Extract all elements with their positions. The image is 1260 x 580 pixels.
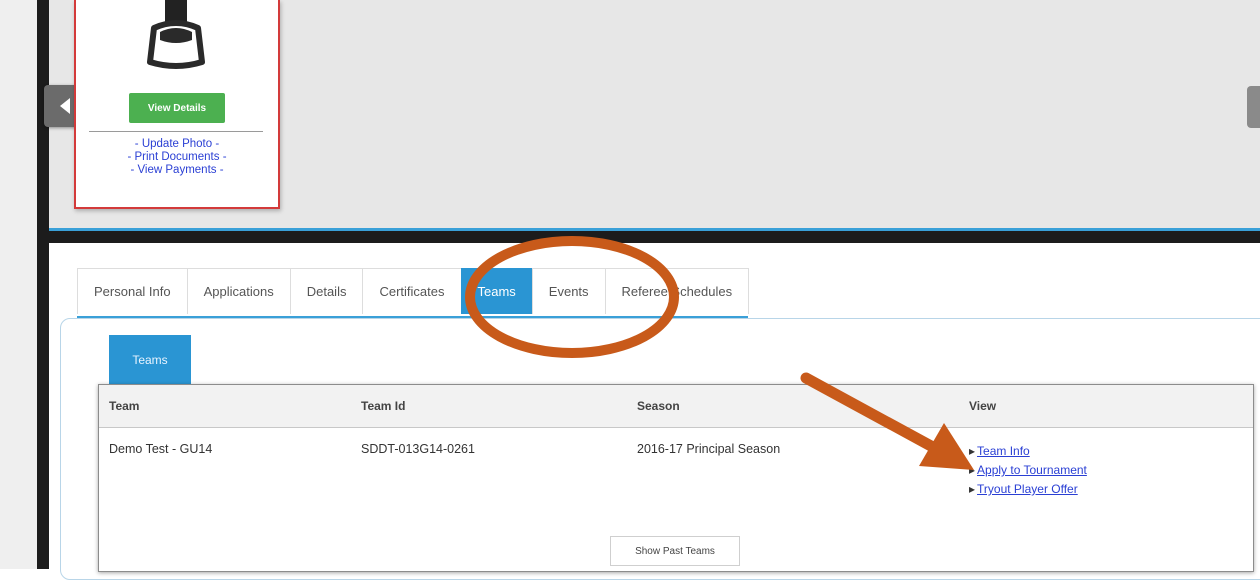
tab-events[interactable]: Events bbox=[531, 268, 606, 314]
view-payments-link[interactable]: - View Payments - bbox=[76, 164, 278, 177]
page-gutter bbox=[0, 0, 37, 569]
column-header-view: View bbox=[969, 399, 997, 413]
team-info-link[interactable]: Team Info bbox=[969, 442, 1087, 461]
team-name-cell: Demo Test - GU14 bbox=[109, 442, 213, 456]
tab-certificates[interactable]: Certificates bbox=[362, 268, 462, 314]
season-cell: 2016-17 Principal Season bbox=[637, 442, 781, 456]
next-arrow-button[interactable] bbox=[1247, 86, 1260, 128]
view-details-button[interactable]: View Details bbox=[129, 93, 225, 123]
user-avatar-icon bbox=[147, 0, 205, 69]
print-documents-link[interactable]: - Print Documents - bbox=[76, 151, 278, 164]
chevron-left-icon bbox=[60, 98, 70, 114]
header-divider-bar bbox=[49, 231, 1260, 243]
tab-applications[interactable]: Applications bbox=[186, 268, 291, 314]
teams-subtab[interactable]: Teams bbox=[109, 335, 191, 385]
tab-personal-info[interactable]: Personal Info bbox=[77, 268, 188, 314]
profile-card: View Details - Update Photo - - Print Do… bbox=[74, 0, 280, 209]
view-links-cell: Team Info Apply to Tournament Tryout Pla… bbox=[969, 442, 1087, 499]
update-photo-link[interactable]: - Update Photo - bbox=[76, 138, 278, 151]
table-header: Team Team Id Season View bbox=[99, 385, 1253, 428]
column-header-season: Season bbox=[637, 399, 680, 413]
profile-tabs: Personal Info Applications Details Certi… bbox=[77, 268, 750, 319]
tab-teams[interactable]: Teams bbox=[460, 268, 533, 314]
tab-referee-schedules[interactable]: Referee Schedules bbox=[604, 268, 750, 314]
profile-card-links: - Update Photo - - Print Documents - - V… bbox=[76, 138, 278, 177]
team-id-cell: SDDT-013G14-0261 bbox=[361, 442, 475, 456]
apply-to-tournament-link[interactable]: Apply to Tournament bbox=[969, 461, 1087, 480]
tryout-player-offer-link[interactable]: Tryout Player Offer bbox=[969, 480, 1087, 499]
column-header-team: Team bbox=[109, 399, 140, 413]
show-past-teams-button[interactable]: Show Past Teams bbox=[610, 536, 740, 566]
tab-details[interactable]: Details bbox=[289, 268, 364, 314]
column-header-team-id: Team Id bbox=[361, 399, 406, 413]
card-divider bbox=[89, 131, 263, 132]
